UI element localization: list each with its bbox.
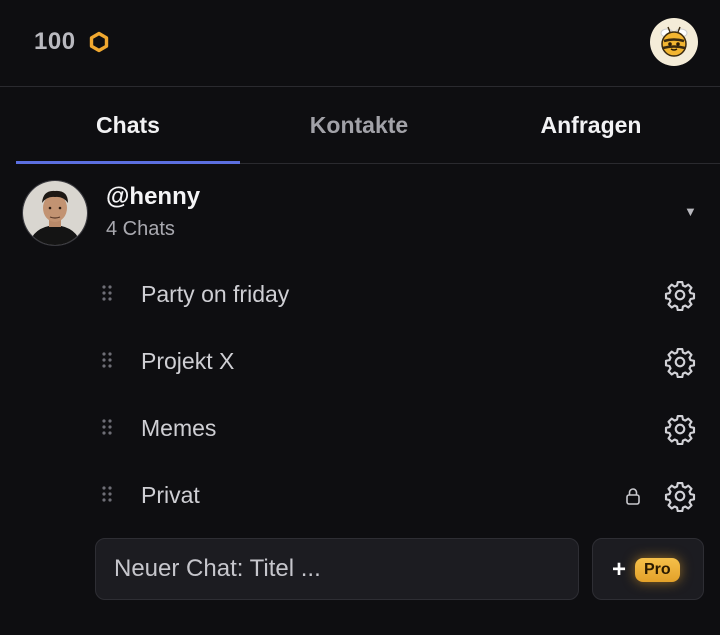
- chat-item[interactable]: Projekt X: [100, 337, 700, 387]
- new-chat-title-input[interactable]: [96, 539, 578, 599]
- gear-icon[interactable]: [664, 413, 696, 445]
- top-bar: 100: [0, 0, 720, 87]
- avatar: [22, 180, 88, 246]
- pro-badge: Pro: [635, 558, 680, 582]
- coin-count: 100: [34, 28, 76, 55]
- active-tab-indicator: [16, 161, 240, 164]
- gear-icon[interactable]: [664, 279, 696, 311]
- profile-button[interactable]: [650, 18, 698, 66]
- drag-handle-icon[interactable]: [100, 351, 114, 373]
- chat-item[interactable]: Privat: [100, 471, 700, 521]
- gear-icon[interactable]: [664, 346, 696, 378]
- chat-title: Privat: [141, 482, 200, 508]
- gear-icon[interactable]: [664, 480, 696, 512]
- lock-icon: [626, 488, 640, 505]
- drag-handle-icon[interactable]: [100, 418, 114, 440]
- caret-down-icon[interactable]: ▼: [684, 204, 697, 219]
- chat-title: Party on friday: [141, 281, 290, 307]
- user-group-header[interactable]: @henny 4 Chats ▼: [22, 180, 712, 246]
- drag-handle-icon[interactable]: [100, 485, 114, 507]
- bee-icon: [660, 26, 688, 57]
- plus-icon: +: [612, 556, 627, 583]
- chat-title: Projekt X: [141, 348, 235, 374]
- new-chat-field[interactable]: [95, 538, 579, 600]
- add-chat-pro-button[interactable]: + Pro: [592, 538, 704, 600]
- chat-title: Memes: [141, 415, 217, 441]
- hexagon-coin-icon: [89, 31, 108, 53]
- chat-item[interactable]: Memes: [100, 404, 700, 454]
- chat-item[interactable]: Party on friday: [100, 270, 700, 320]
- tab-chats[interactable]: Chats: [16, 87, 240, 163]
- drag-handle-icon[interactable]: [100, 284, 114, 306]
- tab-kontakte[interactable]: Kontakte: [240, 87, 478, 163]
- tab-anfragen[interactable]: Anfragen: [478, 87, 704, 163]
- coin-balance[interactable]: 100: [34, 28, 110, 56]
- tab-bar: Chats Kontakte Anfragen: [16, 87, 720, 164]
- user-handle: @henny: [106, 183, 201, 210]
- chat-count: 4 Chats: [106, 218, 175, 240]
